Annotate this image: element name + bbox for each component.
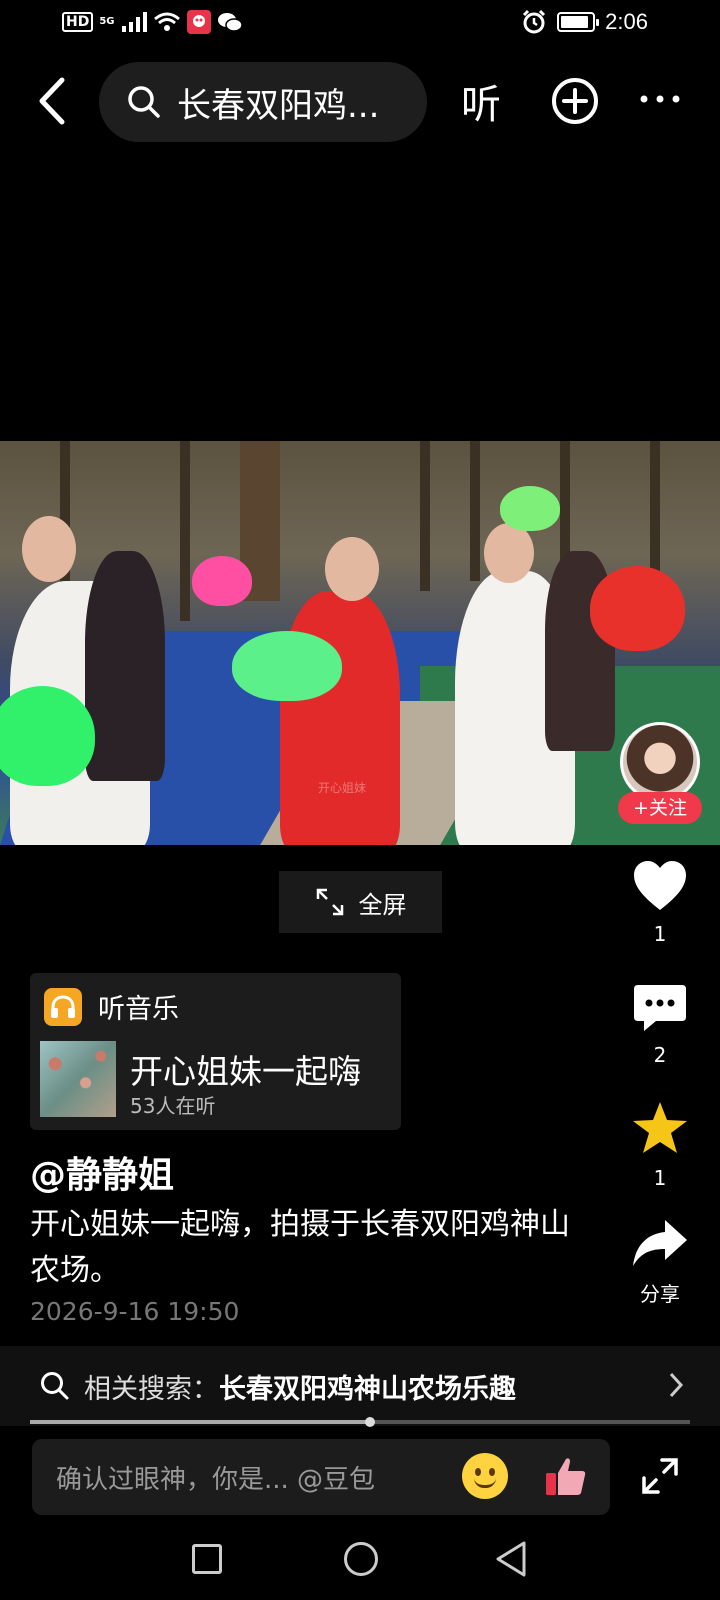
recents-button[interactable]	[192, 1544, 222, 1574]
fullscreen-label: 全屏	[358, 890, 407, 919]
progress-knob[interactable]	[364, 1417, 375, 1427]
chevron-right-icon	[669, 1372, 684, 1398]
fullscreen-icon	[316, 888, 343, 916]
comment-input[interactable]: 确认过眼神，你是... @豆包	[32, 1439, 610, 1515]
signal-icon	[121, 12, 147, 32]
search-query: 长春双阳鸡...	[177, 85, 380, 126]
comment-count: 2	[653, 1043, 667, 1067]
related-search-bar[interactable]: 相关搜索： 长春双阳鸡神山农场乐趣	[0, 1346, 720, 1426]
top-bar: 长春双阳鸡... 听	[0, 58, 720, 146]
status-bar: HD 5G 2:06	[0, 0, 720, 50]
heart-icon	[634, 861, 686, 910]
battery-icon	[557, 12, 600, 32]
share-label: 分享	[640, 1282, 680, 1306]
listen-button[interactable]: 听	[461, 72, 501, 130]
wifi-icon	[153, 12, 180, 31]
search-icon	[41, 1372, 69, 1400]
hd-indicator: HD	[62, 12, 94, 32]
network-indicator: 5G	[99, 16, 115, 27]
video-watermark: 开心姐妹	[318, 781, 367, 795]
video-progress-bar[interactable]	[30, 1417, 690, 1427]
author-avatar-group[interactable]: +关注	[618, 722, 702, 824]
search-icon	[128, 86, 160, 118]
app-notification-icon	[186, 10, 211, 34]
like-action[interactable]: 1	[620, 860, 700, 946]
emoji-icon[interactable]	[462, 1453, 508, 1499]
progress-fill	[30, 1420, 370, 1424]
thumbs-up-icon[interactable]	[542, 1453, 588, 1499]
share-action[interactable]: 分享	[620, 1218, 700, 1307]
related-search-label: 相关搜索：	[84, 1373, 219, 1405]
author-name[interactable]: @静静姐	[30, 1146, 174, 1198]
alarm-icon	[523, 9, 546, 34]
favorite-action[interactable]: 1	[620, 1100, 700, 1190]
post-description: 开心姐妹一起嗨，拍摄于长春双阳鸡神山农场。	[30, 1207, 570, 1288]
star-icon	[633, 1102, 687, 1153]
add-circle-icon[interactable]	[550, 76, 600, 126]
related-search-term: 长春双阳鸡神山农场乐趣	[219, 1373, 516, 1405]
video-player[interactable]: 开心姐妹	[0, 441, 720, 845]
share-icon	[633, 1220, 687, 1266]
author-avatar[interactable]	[620, 722, 700, 802]
comment-icon	[634, 985, 686, 1031]
fullscreen-button[interactable]: 全屏	[279, 871, 442, 933]
search-bar[interactable]: 长春双阳鸡...	[99, 62, 427, 142]
post-timestamp: 2026-9-16 19:50	[30, 1297, 240, 1326]
song-title: 开心姐妹一起嗨	[130, 1052, 361, 1091]
listener-count: 53人在听	[130, 1094, 216, 1118]
music-card[interactable]: 听音乐 开心姐妹一起嗨 53人在听	[30, 973, 401, 1130]
wechat-icon	[217, 13, 243, 32]
system-nav-bar	[0, 1530, 720, 1590]
nav-back-icon[interactable]	[494, 1540, 528, 1578]
like-count: 1	[653, 922, 667, 946]
follow-button[interactable]: +关注	[618, 792, 702, 824]
headphones-icon	[44, 987, 82, 1026]
comment-action[interactable]: 2	[620, 983, 700, 1067]
more-icon[interactable]	[638, 92, 682, 106]
home-button[interactable]	[344, 1542, 378, 1576]
album-cover	[40, 1041, 116, 1117]
favorite-count: 1	[653, 1166, 667, 1190]
music-header-label: 听音乐	[98, 994, 179, 1025]
expand-icon[interactable]	[640, 1456, 680, 1496]
comment-placeholder: 确认过眼神，你是... @豆包	[56, 1465, 376, 1495]
clock: 2:06	[605, 9, 648, 34]
back-icon[interactable]	[28, 76, 78, 126]
